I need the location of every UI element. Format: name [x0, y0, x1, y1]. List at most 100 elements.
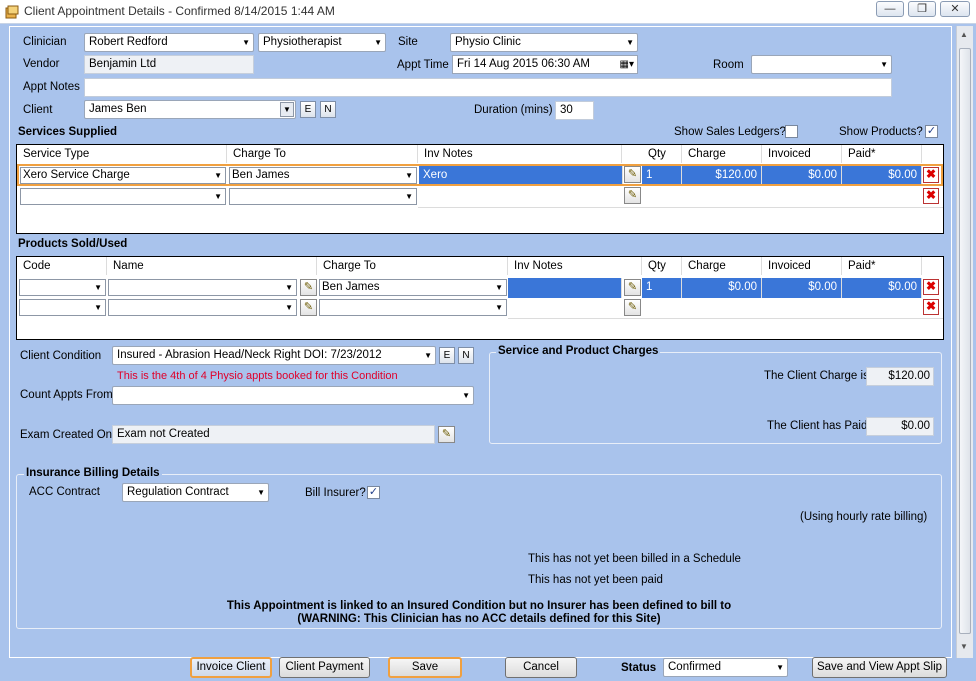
- col-charge[interactable]: Charge: [682, 145, 762, 163]
- delete-row-button[interactable]: ✖: [923, 299, 939, 315]
- show-sales-ledgers-checkbox[interactable]: [785, 125, 798, 138]
- edit-notes-button[interactable]: ✎: [624, 187, 641, 204]
- restore-button[interactable]: ❐: [908, 1, 936, 17]
- minimize-button[interactable]: —: [876, 1, 904, 17]
- exam-created-label: Exam Created On: [20, 429, 113, 441]
- edit-notes-button[interactable]: ✎: [624, 279, 641, 296]
- charge-cell[interactable]: $120.00: [682, 166, 762, 184]
- exam-created-field[interactable]: Exam not Created: [112, 425, 435, 444]
- qty-cell[interactable]: 1: [642, 166, 682, 184]
- client-charge-label: The Client Charge is: [764, 370, 869, 382]
- delete-icon: ✖: [925, 279, 937, 293]
- table-row[interactable]: Xero Service Charge ▼ Ben James ▼ Xero ✎ 1…: [17, 164, 943, 186]
- show-products-checkbox[interactable]: ✓: [925, 125, 938, 138]
- services-title: Services Supplied: [18, 126, 118, 138]
- vendor-field[interactable]: Benjamin Ltd: [84, 55, 254, 74]
- product-charge-to-dropdown[interactable]: ▼: [319, 299, 507, 316]
- client-paid-value: $0.00: [866, 417, 934, 436]
- service-type-dropdown[interactable]: Xero Service Charge ▼: [20, 167, 226, 184]
- save-view-slip-button[interactable]: Save and View Appt Slip: [812, 657, 947, 678]
- title-bar: Client Appointment Details - Confirmed 8…: [0, 0, 976, 24]
- col-charge-to[interactable]: Charge To: [317, 257, 508, 275]
- product-edit-button[interactable]: ✎: [300, 299, 317, 316]
- site-dropdown[interactable]: Physio Clinic ▼: [450, 33, 638, 52]
- duration-input[interactable]: 30: [555, 101, 594, 120]
- appt-time-picker[interactable]: Fri 14 Aug 2015 06:30 AM ▦▾: [452, 55, 638, 74]
- col-charge[interactable]: Charge: [682, 257, 762, 275]
- client-edit-button[interactable]: E: [300, 101, 316, 118]
- col-qty[interactable]: Qty: [642, 257, 682, 275]
- app-icon: [5, 5, 19, 19]
- col-service-type[interactable]: Service Type: [17, 145, 227, 163]
- client-dropdown[interactable]: James Ben ▼: [84, 100, 296, 119]
- chevron-down-icon: ▼: [495, 303, 503, 312]
- status-value: Confirmed: [668, 661, 722, 673]
- restore-icon: ❐: [917, 3, 927, 15]
- invoice-client-button[interactable]: Invoice Client: [190, 657, 272, 678]
- product-code-dropdown[interactable]: ▼: [19, 279, 106, 296]
- col-name[interactable]: Name: [107, 257, 317, 275]
- inv-notes-cell[interactable]: [508, 278, 622, 298]
- delete-row-button[interactable]: ✖: [923, 188, 939, 204]
- pencil-icon: ✎: [627, 281, 638, 293]
- qty-cell[interactable]: 1: [642, 278, 682, 298]
- scroll-thumb[interactable]: [959, 48, 971, 634]
- col-inv-notes[interactable]: Inv Notes: [508, 257, 642, 275]
- client-new-button[interactable]: N: [320, 101, 336, 118]
- client-condition-label: Client Condition: [20, 350, 102, 362]
- chevron-down-icon: ▼: [285, 303, 293, 312]
- room-dropdown[interactable]: ▼: [751, 55, 892, 74]
- count-appts-dropdown[interactable]: ▼: [112, 386, 474, 405]
- col-paid[interactable]: Paid*: [842, 257, 922, 275]
- not-paid-text: This has not yet been paid: [528, 574, 663, 586]
- service-type-dropdown[interactable]: ▼: [20, 188, 226, 205]
- appt-time-value: Fri 14 Aug 2015 06:30 AM: [457, 58, 590, 70]
- edit-notes-button[interactable]: ✎: [624, 166, 641, 183]
- col-invoiced[interactable]: Invoiced: [762, 145, 842, 163]
- exam-edit-button[interactable]: ✎: [438, 426, 455, 443]
- col-qty[interactable]: Qty: [642, 145, 682, 163]
- edit-notes-button[interactable]: ✎: [624, 299, 641, 316]
- cancel-button[interactable]: Cancel: [505, 657, 577, 678]
- vertical-scrollbar[interactable]: ▲ ▼: [956, 26, 973, 658]
- service-charge-to-dropdown[interactable]: Ben James ▼: [229, 167, 417, 184]
- appt-notes-label: Appt Notes: [23, 81, 80, 93]
- product-code-dropdown[interactable]: ▼: [19, 299, 106, 316]
- col-paid[interactable]: Paid*: [842, 145, 922, 163]
- client-paid-label: The Client has Paid: [767, 420, 868, 432]
- acc-contract-dropdown[interactable]: Regulation Contract ▼: [122, 483, 269, 502]
- product-edit-button[interactable]: ✎: [300, 279, 317, 296]
- clinician-label: Clinician: [23, 36, 67, 48]
- scroll-down-icon[interactable]: ▼: [960, 642, 968, 651]
- chevron-down-icon: ▼: [462, 391, 470, 400]
- condition-new-button[interactable]: N: [458, 347, 474, 364]
- col-code[interactable]: Code: [17, 257, 107, 275]
- service-charge-to-dropdown[interactable]: ▼: [229, 188, 417, 205]
- product-charge-to-dropdown[interactable]: Ben James ▼: [319, 279, 507, 296]
- status-dropdown[interactable]: Confirmed ▼: [663, 658, 788, 677]
- client-condition-dropdown[interactable]: Insured - Abrasion Head/Neck Right DOI: …: [112, 346, 436, 365]
- chevron-down-icon: ▼: [214, 171, 222, 180]
- col-invoiced[interactable]: Invoiced: [762, 257, 842, 275]
- delete-row-button[interactable]: ✖: [923, 279, 939, 295]
- appt-notes-input[interactable]: [84, 78, 892, 97]
- calendar-icon[interactable]: ▦▾: [620, 56, 634, 73]
- product-name-dropdown[interactable]: ▼: [108, 299, 297, 316]
- col-charge-to[interactable]: Charge To: [227, 145, 418, 163]
- col-inv-notes[interactable]: Inv Notes: [418, 145, 622, 163]
- product-name-dropdown[interactable]: ▼: [108, 279, 297, 296]
- charge-cell[interactable]: $0.00: [682, 278, 762, 298]
- close-window-button[interactable]: ✕: [940, 1, 970, 17]
- bill-insurer-checkbox[interactable]: ✓: [367, 486, 380, 499]
- pencil-icon: ✎: [627, 189, 638, 201]
- pencil-icon: ✎: [627, 301, 638, 313]
- scroll-up-icon[interactable]: ▲: [960, 30, 968, 39]
- delete-row-button[interactable]: ✖: [923, 167, 939, 183]
- save-button[interactable]: Save: [388, 657, 462, 678]
- services-grid: Service Type Charge To Inv Notes Qty Cha…: [16, 144, 944, 234]
- condition-edit-button[interactable]: E: [439, 347, 455, 364]
- clinician-dropdown[interactable]: Robert Redford ▼: [84, 33, 254, 52]
- inv-notes-cell[interactable]: Xero: [419, 166, 623, 184]
- client-payment-button[interactable]: Client Payment: [279, 657, 370, 678]
- role-dropdown[interactable]: Physiotherapist ▼: [258, 33, 386, 52]
